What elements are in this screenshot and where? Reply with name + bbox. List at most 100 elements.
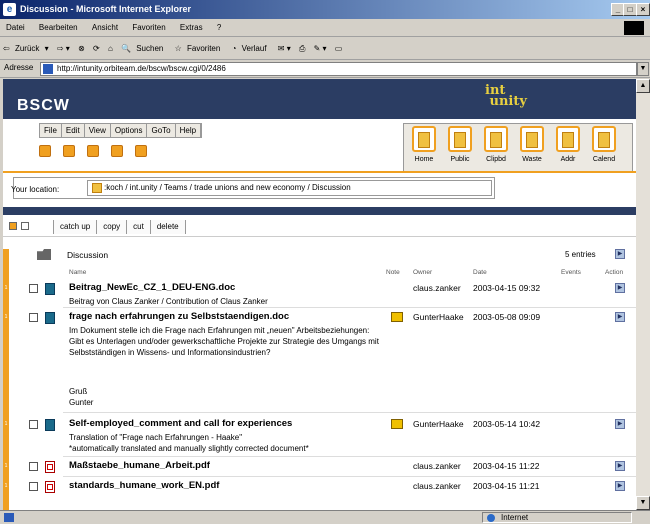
address-input[interactable]: http://intunity.orbiteam.de/bscw/bscw.cg… xyxy=(40,62,637,76)
stop-icon[interactable]: ⊗ xyxy=(75,37,88,60)
select-all-checkbox[interactable] xyxy=(9,222,17,230)
menu-bearbeiten[interactable]: Bearbeiten xyxy=(33,19,84,37)
address-url: http://intunity.orbiteam.de/bscw/bscw.cg… xyxy=(57,64,226,73)
row-title-link[interactable]: Self-employed_comment and call for exper… xyxy=(69,418,292,429)
row-checkbox[interactable] xyxy=(29,284,38,293)
row-action-button[interactable]: ▶ xyxy=(615,419,625,429)
row-owner[interactable]: claus.zanker xyxy=(413,283,461,293)
col-owner[interactable]: Owner xyxy=(413,269,432,276)
copy-button[interactable]: copy xyxy=(96,220,128,234)
row-date: 2003-04-15 11:22 xyxy=(473,461,540,471)
nav-waste[interactable]: Waste xyxy=(516,126,548,163)
waste-icon xyxy=(520,126,544,152)
row-title-link[interactable]: Maßstaebe_humane_Arbeit.pdf xyxy=(69,460,210,471)
col-date[interactable]: Date xyxy=(473,269,487,276)
select-none-checkbox[interactable] xyxy=(21,222,29,230)
row-checkbox[interactable] xyxy=(29,482,38,491)
folder-action-button[interactable]: ▶ xyxy=(615,249,625,259)
row-action-button[interactable]: ▶ xyxy=(615,312,625,322)
vertical-scrollbar[interactable]: ▲ ▼ xyxy=(636,79,650,510)
catch-up-button[interactable]: catch up xyxy=(53,220,98,234)
col-events[interactable]: Events xyxy=(561,269,581,276)
menu-help[interactable]: ? xyxy=(211,19,227,37)
home-icon xyxy=(412,126,436,152)
menu-favoriten[interactable]: Favoriten xyxy=(126,19,171,37)
nav-home[interactable]: Home xyxy=(408,126,440,163)
row-description: Translation of "Frage nach Erfahrungen -… xyxy=(69,433,243,442)
row-date: 2003-04-15 09:32 xyxy=(473,283,541,293)
discuss-icon[interactable]: ▭ xyxy=(332,37,346,60)
row-divider xyxy=(63,476,636,477)
print-icon[interactable]: ⎙ xyxy=(296,37,308,60)
open-folder-icon[interactable] xyxy=(111,145,123,157)
row-owner[interactable]: GunterHaake xyxy=(413,419,464,429)
page-status-icon xyxy=(4,513,14,522)
doc-icon xyxy=(45,419,55,431)
close-button[interactable]: × xyxy=(636,3,650,16)
row-checkbox[interactable] xyxy=(29,420,38,429)
cut-button[interactable]: cut xyxy=(126,220,151,234)
bscw-menu-help[interactable]: Help xyxy=(176,124,202,137)
address-dropdown-button[interactable]: ▼ xyxy=(637,62,649,76)
bscw-menu-edit[interactable]: Edit xyxy=(62,124,85,137)
mail-icon[interactable]: ✉ ▾ xyxy=(275,37,294,60)
divider-bar xyxy=(3,207,636,215)
row-action-button[interactable]: ▶ xyxy=(615,481,625,491)
location-breadcrumb[interactable]: :koch / int.unity / Teams / trade unions… xyxy=(87,180,492,196)
search-icon[interactable] xyxy=(63,145,75,157)
nav-clipboard[interactable]: Clipbd xyxy=(480,126,512,163)
back-button[interactable]: ⇦ Zurück ▾ xyxy=(0,37,52,60)
divider xyxy=(3,171,636,173)
scroll-down-button[interactable]: ▼ xyxy=(636,496,650,510)
pdf-icon xyxy=(45,461,55,473)
window-title: Discussion - Microsoft Internet Explorer xyxy=(20,4,192,14)
row-description-note: *automatically translated and manually s… xyxy=(69,444,309,453)
forward-button[interactable]: ⇨ ▾ xyxy=(54,37,73,60)
globe-icon xyxy=(487,514,495,522)
favorites-label: Favoriten xyxy=(186,44,221,53)
row-title-link[interactable]: frage nach erfahrungen zu Selbststaendig… xyxy=(69,311,289,322)
favorites-button[interactable]: ☆ Favoriten xyxy=(172,37,227,60)
col-name[interactable]: Name xyxy=(69,269,86,276)
history-button[interactable]: ◔ Verlauf xyxy=(229,37,273,60)
note-icon[interactable] xyxy=(391,312,403,322)
bscw-menu-file[interactable]: File xyxy=(40,124,62,137)
menu-extras[interactable]: Extras xyxy=(174,19,209,37)
row-owner[interactable]: claus.zanker xyxy=(413,481,461,491)
location-path-text[interactable]: :koch / int.unity / Teams / trade unions… xyxy=(104,183,351,192)
row-checkbox[interactable] xyxy=(29,313,38,322)
home-icon[interactable]: ⌂ xyxy=(105,37,116,60)
bscw-menu-goto[interactable]: GoTo xyxy=(147,124,176,137)
row-owner[interactable]: claus.zanker xyxy=(413,461,461,471)
scroll-up-button[interactable]: ▲ xyxy=(636,79,650,93)
row-title-link[interactable]: standards_humane_work_EN.pdf xyxy=(69,480,219,491)
delete-button[interactable]: delete xyxy=(149,220,186,234)
bscw-menu-options[interactable]: Options xyxy=(111,124,148,137)
row-title-link[interactable]: Beitrag_NewEc_CZ_1_DEU-ENG.doc xyxy=(69,282,235,293)
row-marker: 1 xyxy=(3,481,9,491)
row-owner[interactable]: GunterHaake xyxy=(413,312,464,322)
row-action-button[interactable]: ▶ xyxy=(615,461,625,471)
bscw-menu-view[interactable]: View xyxy=(85,124,111,137)
nav-addr[interactable]: Addr xyxy=(552,126,584,163)
document-icon[interactable] xyxy=(135,145,147,157)
row-action-button[interactable]: ▶ xyxy=(615,283,625,293)
menu-ansicht[interactable]: Ansicht xyxy=(86,19,124,37)
col-action[interactable]: Action xyxy=(605,269,623,276)
nav-public[interactable]: Public xyxy=(444,126,476,163)
nav-calendar[interactable]: Calend xyxy=(588,126,620,163)
menu-datei[interactable]: Datei xyxy=(0,19,31,37)
page-icon xyxy=(43,64,53,74)
edit-icon[interactable]: ✎ ▾ xyxy=(311,37,330,60)
nav-public-label: Public xyxy=(450,156,470,163)
note-icon[interactable] xyxy=(391,419,403,429)
row-checkbox[interactable] xyxy=(29,462,38,471)
refresh-icon[interactable]: ⟳ xyxy=(90,37,103,60)
address-label: Adresse xyxy=(4,63,34,72)
maximize-button[interactable]: □ xyxy=(623,3,637,16)
col-note[interactable]: Note xyxy=(386,269,400,276)
new-folder-icon[interactable] xyxy=(39,145,51,157)
bscw-banner xyxy=(3,79,636,119)
members-icon[interactable] xyxy=(87,145,99,157)
search-button[interactable]: 🔍 Suchen xyxy=(118,37,169,60)
